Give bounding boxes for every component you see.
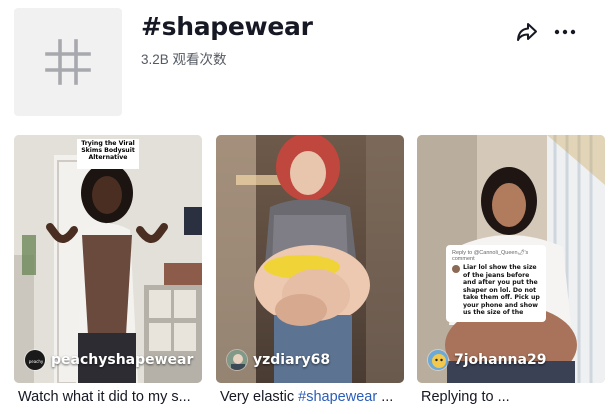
video-description[interactable]: Very elastic #shapewear ... xyxy=(220,389,404,405)
svg-text:peachy: peachy xyxy=(29,359,44,364)
video-frame-image xyxy=(14,135,202,383)
video-grid: Trying the Viral Skims Bodysuit Alternat… xyxy=(14,135,605,405)
hashtag-header: #shapewear 3.2B 观看次数 xyxy=(14,8,604,118)
video-frame-image xyxy=(216,135,404,383)
video-thumbnail[interactable]: yzdiary68 xyxy=(216,135,404,383)
video-card: yzdiary68 Very elastic #shapewear ... xyxy=(216,135,404,405)
video-card: Trying the Viral Skims Bodysuit Alternat… xyxy=(14,135,202,405)
description-ellipsis: ... xyxy=(377,389,394,405)
view-count: 3.2B 观看次数 xyxy=(141,52,227,67)
video-description[interactable]: Watch what it did to my s... xyxy=(18,389,202,405)
author-name: yzdiary68 xyxy=(253,352,331,368)
video-author[interactable]: peachy peachyshapewear xyxy=(24,349,193,371)
author-name: peachyshapewear xyxy=(51,352,194,368)
video-overlay-caption: Trying the Viral Skims Bodysuit Alternat… xyxy=(81,140,135,162)
more-options-button[interactable] xyxy=(552,20,578,44)
reply-to-label: Reply to @Cannoli_Queen🌶's comment xyxy=(452,250,529,262)
video-description[interactable]: Replying to ... xyxy=(421,389,605,405)
avatar xyxy=(226,349,248,371)
video-thumbnail[interactable]: Trying the Viral Skims Bodysuit Alternat… xyxy=(14,135,202,383)
reply-comment-text: Liar lol show the size of the jeans befo… xyxy=(463,264,540,317)
video-thumbnail[interactable]: Reply to @Cannoli_Queen🌶's comment Liar … xyxy=(417,135,605,383)
author-name: 7johanna29 xyxy=(454,352,547,368)
page-title: #shapewear xyxy=(141,12,313,41)
hashtag-tile xyxy=(14,8,122,116)
video-author[interactable]: 7johanna29 xyxy=(427,349,546,371)
video-card: Reply to @Cannoli_Queen🌶's comment Liar … xyxy=(417,135,605,405)
hash-icon xyxy=(45,39,91,85)
share-button[interactable] xyxy=(514,20,540,44)
avatar xyxy=(427,349,449,371)
video-author[interactable]: yzdiary68 xyxy=(226,349,330,371)
more-dots-icon xyxy=(554,29,576,35)
avatar: peachy xyxy=(24,349,46,371)
hashtag-link[interactable]: #shapewear xyxy=(298,389,377,405)
share-arrow-icon xyxy=(517,23,537,41)
description-text: Very elastic xyxy=(220,389,299,405)
reply-comment-bubble: Reply to @Cannoli_Queen🌶's comment Liar … xyxy=(446,245,546,322)
commenter-avatar xyxy=(452,265,460,273)
